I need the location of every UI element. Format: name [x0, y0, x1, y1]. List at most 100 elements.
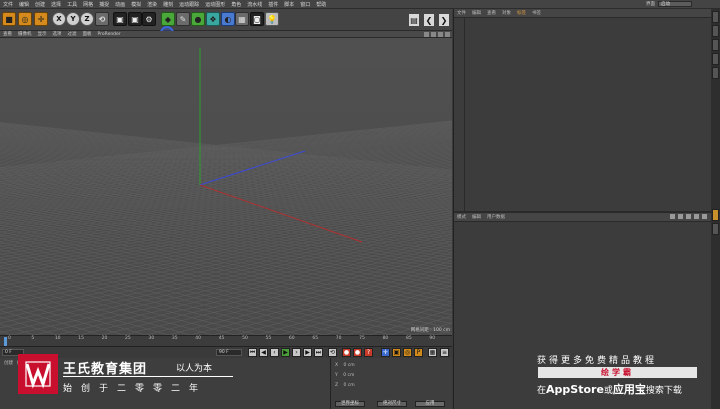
key-position-icon[interactable]: ✛ — [381, 348, 390, 357]
back-icon[interactable] — [670, 214, 675, 219]
goto-end-icon[interactable]: ⏭ — [314, 348, 323, 357]
zoom-icon[interactable] — [431, 32, 436, 37]
viewport-menu-view[interactable]: 查看 — [0, 31, 15, 37]
maximize-icon[interactable] — [445, 32, 450, 37]
menu-snap[interactable]: 捕捉 — [96, 1, 112, 8]
render-settings-icon[interactable]: ⚙ — [142, 12, 156, 26]
autokey-icon[interactable]: ● — [353, 348, 362, 357]
orbit-icon[interactable] — [438, 32, 443, 37]
om-menu-bookmarks[interactable]: 书签 — [529, 10, 544, 16]
world-coords-select[interactable]: 世界坐标 — [335, 401, 365, 407]
menu-tools[interactable]: 工具 — [64, 1, 80, 8]
scale-tool-icon[interactable]: ✛ — [34, 12, 48, 26]
menu-pipeline[interactable]: 流水线 — [244, 1, 265, 8]
om-menu-tags[interactable]: 标签 — [514, 10, 529, 16]
forward-arrow-icon[interactable]: ❯ — [438, 13, 450, 27]
viewport-menu-cameras[interactable]: 摄像机 — [15, 31, 35, 37]
play-icon[interactable]: ▶ — [281, 348, 290, 357]
objects-side-tab[interactable] — [712, 11, 719, 23]
prev-frame-icon[interactable]: ‹ — [270, 348, 279, 357]
viewport-menu-prorender[interactable]: ProRender — [95, 32, 124, 37]
menu-character[interactable]: 角色 — [228, 1, 244, 8]
back-arrow-icon[interactable]: ❮ — [423, 13, 435, 27]
up-icon[interactable] — [678, 214, 683, 219]
key-parameter-icon[interactable]: P — [414, 348, 423, 357]
viewport-menu-filter[interactable]: 过滤 — [65, 31, 80, 37]
om-menu-view[interactable]: 查看 — [484, 10, 499, 16]
viewport-menu-display[interactable]: 显示 — [35, 31, 50, 37]
am-menu-edit[interactable]: 编辑 — [469, 214, 484, 220]
key-scale-icon[interactable]: ▣ — [392, 348, 401, 357]
light-icon[interactable]: 💡 — [265, 12, 279, 26]
floor-scene-icon[interactable]: ▦ — [235, 12, 249, 26]
cube-primitive-icon[interactable]: ◆ — [161, 12, 175, 26]
perspective-viewport[interactable]: 网格间距 : 100 cm — [0, 38, 452, 335]
takes-side-tab[interactable] — [712, 67, 719, 79]
move-tool-icon[interactable]: ■ — [2, 12, 16, 26]
rotate-tool-icon[interactable]: ◎ — [18, 12, 32, 26]
coord-z-value[interactable]: 0 cm — [344, 383, 355, 388]
deformer-icon[interactable]: ◐ — [221, 12, 235, 26]
layer-side-tab[interactable] — [712, 223, 719, 235]
next-frame-icon[interactable]: › — [292, 348, 301, 357]
menu-file[interactable]: 文件 — [0, 1, 16, 8]
loop-icon[interactable]: ⟲ — [328, 348, 337, 357]
next-key-icon[interactable]: ▶ — [303, 348, 312, 357]
coord-x-value[interactable]: 0 cm — [344, 363, 355, 368]
layout-select[interactable]: 启动 — [658, 1, 692, 7]
apply-button[interactable]: 应用 — [415, 401, 445, 407]
keyframe-selection-icon[interactable]: ? — [364, 348, 373, 357]
menu-edit[interactable]: 编辑 — [16, 1, 32, 8]
menu-sculpt[interactable]: 雕刻 — [160, 1, 176, 8]
coord-y-value[interactable]: 0 cm — [343, 373, 354, 378]
lock-icon[interactable] — [694, 214, 699, 219]
coordinate-system-icon[interactable]: ⟲ — [95, 12, 109, 26]
absolute-size-select[interactable]: 绝对尺寸 — [377, 401, 407, 407]
search-icon[interactable] — [686, 214, 691, 219]
timeline-menu-icon[interactable]: ≡ — [440, 348, 449, 357]
menu-help[interactable]: 帮助 — [313, 1, 329, 8]
lock-y-axis-button[interactable]: Y — [66, 12, 80, 26]
attributes-side-tab[interactable] — [712, 209, 719, 221]
menu-create[interactable]: 创建 — [32, 1, 48, 8]
lock-x-axis-button[interactable]: X — [52, 12, 66, 26]
array-icon[interactable]: ❖ — [206, 12, 220, 26]
lock-z-axis-button[interactable]: Z — [80, 12, 94, 26]
content-browser-side-tab[interactable] — [712, 25, 719, 37]
render-view-icon[interactable]: ▣ — [113, 12, 127, 26]
menu-select[interactable]: 选择 — [48, 1, 64, 8]
menu-animate[interactable]: 动画 — [112, 1, 128, 8]
pan-icon[interactable] — [424, 32, 429, 37]
timeline-ruler[interactable]: 0 5 10 15 20 25 30 35 40 45 50 55 60 65 70 75 80 85 90 — [0, 335, 452, 346]
new-panel-icon[interactable] — [702, 214, 707, 219]
prev-key-icon[interactable]: ◀ — [259, 348, 268, 357]
menu-render[interactable]: 渲染 — [144, 1, 160, 8]
om-menu-objects[interactable]: 对象 — [499, 10, 514, 16]
goto-start-icon[interactable]: ⏮ — [248, 348, 257, 357]
menu-motion-tracking[interactable]: 运动跟踪 — [176, 1, 202, 8]
menu-mesh[interactable]: 网格 — [80, 1, 96, 8]
menu-window[interactable]: 窗口 — [297, 1, 313, 8]
pen-spline-icon[interactable]: ✎ — [176, 12, 190, 26]
subdivision-surface-icon[interactable]: ● — [191, 12, 205, 26]
record-icon[interactable]: ● — [342, 348, 351, 357]
camera-icon[interactable]: ◙ — [250, 12, 264, 26]
menu-mograph[interactable]: 运动图形 — [202, 1, 228, 8]
timeline-playhead[interactable] — [4, 337, 7, 346]
structure-side-tab[interactable] — [712, 39, 719, 51]
key-rotation-icon[interactable]: ◎ — [403, 348, 412, 357]
viewport-menu-options[interactable]: 选项 — [50, 31, 65, 37]
am-menu-mode[interactable]: 模式 — [454, 214, 469, 220]
material-tab-create[interactable]: 创建 — [4, 360, 13, 366]
om-menu-edit[interactable]: 编辑 — [469, 10, 484, 16]
menu-simulate[interactable]: 模拟 — [128, 1, 144, 8]
menu-plugins[interactable]: 插件 — [265, 1, 281, 8]
render-picture-viewer-icon[interactable]: ▣ — [128, 12, 142, 26]
layout-icon[interactable]: ▤ — [408, 13, 420, 27]
menu-script[interactable]: 脚本 — [281, 1, 297, 8]
am-menu-userdata[interactable]: 用户数据 — [484, 214, 508, 220]
viewport-menu-panel[interactable]: 面板 — [80, 31, 95, 37]
om-menu-file[interactable]: 文件 — [454, 10, 469, 16]
key-pla-icon[interactable]: ▦ — [428, 348, 437, 357]
layers-side-tab[interactable] — [712, 53, 719, 65]
